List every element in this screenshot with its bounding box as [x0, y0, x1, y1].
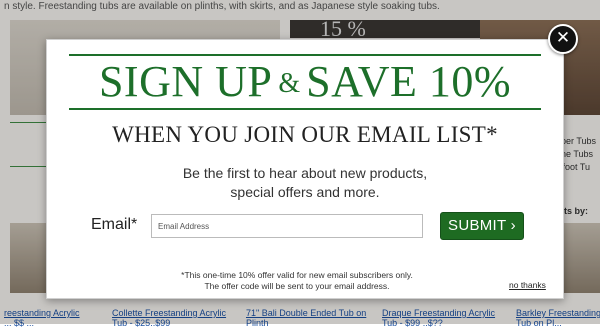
- email-field[interactable]: [151, 214, 423, 238]
- submit-button[interactable]: SUBMIT ›: [440, 212, 524, 240]
- signup-modal: SIGN UP & SAVE 10% WHEN YOU JOIN OUR EMAIL…: [46, 39, 564, 299]
- modal-description: Be the first to hear about new products,…: [47, 164, 563, 202]
- offer-fineprint: *This one-time 10% offer valid for new e…: [147, 270, 447, 292]
- no-thanks-link[interactable]: no thanks: [509, 280, 546, 290]
- close-icon[interactable]: ✕: [548, 24, 578, 54]
- modal-subheadline: WHEN YOU JOIN OUR EMAIL LIST*: [112, 122, 498, 147]
- fineprint-line: *This one-time 10% offer valid for new e…: [181, 270, 413, 280]
- description-line: Be the first to hear about new products,: [182, 165, 428, 181]
- headline-save-10: SAVE 10%: [306, 57, 512, 106]
- fineprint-line: The offer code will be sent to your emai…: [204, 281, 390, 291]
- email-label: Email*: [91, 216, 138, 233]
- headline-ampersand: &: [278, 68, 301, 99]
- headline-sign-up: SIGN UP: [98, 57, 273, 106]
- modal-headline: SIGN UP & SAVE 10%: [69, 54, 541, 110]
- description-line: special offers and more.: [230, 184, 380, 200]
